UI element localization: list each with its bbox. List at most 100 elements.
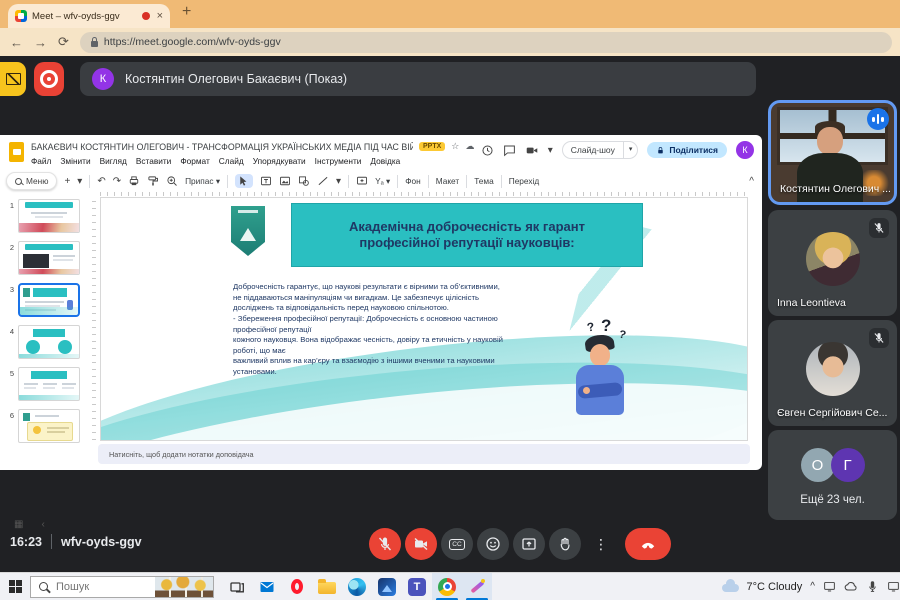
slide-canvas[interactable]: Академічна доброчесність як гарант профе… — [100, 197, 748, 441]
taskbar-app-chrome-active[interactable] — [432, 573, 462, 600]
collapse-toolbar-icon[interactable]: ^ — [749, 176, 754, 187]
taskbar-search-box[interactable] — [30, 576, 214, 598]
select-tool-active[interactable] — [235, 174, 253, 188]
collapse-filmstrip-icon[interactable]: ‹ — [41, 519, 44, 530]
snap-dropdown[interactable]: Припас ▾ — [185, 176, 220, 186]
menu-slide[interactable]: Слайд — [219, 156, 244, 166]
slide-title[interactable]: Академічна доброчесність як гарант профе… — [291, 203, 643, 267]
slide-thumbnail-6[interactable] — [18, 409, 80, 443]
undo-icon[interactable]: ↶ — [97, 176, 105, 187]
menu-arrange[interactable]: Упорядкувати — [253, 156, 306, 166]
slide-body-text[interactable]: Доброчесність гарантує, що наукові резул… — [233, 282, 595, 378]
slideshow-caret-icon[interactable]: ▾ — [624, 141, 639, 159]
star-icon[interactable]: ☆ — [451, 141, 459, 152]
redo-icon[interactable]: ↷ — [113, 176, 121, 187]
task-view-button[interactable] — [222, 573, 252, 600]
more-participants-tile[interactable]: О Г Ещё 23 чел. — [768, 430, 897, 520]
taskbar-app-explorer[interactable] — [312, 573, 342, 600]
taskbar-app-mail[interactable] — [252, 573, 282, 600]
menu-edit[interactable]: Змінити — [60, 156, 90, 166]
videocam-icon[interactable] — [525, 144, 539, 157]
presentation-stats-icon[interactable] — [0, 62, 26, 96]
present-button[interactable] — [513, 528, 545, 560]
filmstrip-row[interactable]: 6 — [4, 409, 90, 443]
slide-thumbnail-1[interactable] — [18, 199, 80, 233]
taskbar-app-opera[interactable] — [282, 573, 312, 600]
line-icon[interactable] — [317, 175, 329, 187]
document-title[interactable]: БАКАЄВИЧ КОСТЯНТИН ОЛЕГОВИЧ - ТРАНСФОРМА… — [31, 142, 413, 152]
taskbar-app-paint-active[interactable] — [462, 573, 492, 600]
filmstrip-row[interactable]: 4 — [4, 325, 90, 359]
videocam-caret-icon[interactable]: ▾ — [548, 145, 553, 156]
raise-hand-button[interactable] — [549, 528, 581, 560]
add-slide-icon[interactable]: + — [64, 176, 70, 187]
slide-thumbnail-3-selected[interactable] — [18, 283, 80, 317]
paint-format-icon[interactable] — [147, 175, 159, 187]
add-slide-caret-icon[interactable]: ▾ — [77, 176, 82, 187]
image-icon[interactable] — [279, 175, 291, 187]
captions-button[interactable]: CC — [441, 528, 473, 560]
mic-toggle-button[interactable] — [369, 528, 401, 560]
textbox-icon[interactable] — [260, 175, 272, 187]
filmstrip-row[interactable]: 1 — [4, 199, 90, 233]
new-tab-button[interactable]: + — [182, 3, 191, 21]
line-caret-icon[interactable]: ▾ — [336, 176, 341, 187]
forward-icon[interactable]: → — [34, 35, 47, 50]
text-options-dropdown[interactable]: Yₐ ▾ — [375, 176, 390, 186]
menu-view[interactable]: Вигляд — [100, 156, 127, 166]
filmstrip-row[interactable]: 5 — [4, 367, 90, 401]
menu-file[interactable]: Файл — [31, 156, 51, 166]
shapes-icon[interactable] — [298, 175, 310, 187]
clipped-tray-icon[interactable] — [887, 579, 900, 594]
presenter-banner[interactable]: К Костянтин Олегович Бакаєвич (Показ) — [80, 62, 756, 96]
url-field[interactable]: https://meet.google.com/wfv-oyds-ggv — [80, 32, 892, 53]
reload-icon[interactable]: ⟳ — [58, 34, 69, 50]
menu-help[interactable]: Довідка — [370, 156, 400, 166]
callout-icon[interactable] — [356, 175, 368, 187]
participant-tile[interactable]: Inna Leontieva — [768, 210, 897, 316]
comments-icon[interactable] — [503, 144, 516, 157]
search-highlight-image[interactable] — [155, 577, 213, 598]
theme-button[interactable]: Тема — [474, 176, 494, 186]
print-icon[interactable] — [128, 175, 140, 187]
taskbar-app-edge[interactable] — [342, 573, 372, 600]
taskbar-app-teams[interactable]: T — [402, 573, 432, 600]
slideshow-button[interactable]: Слайд-шоу — [562, 141, 624, 159]
layout-button[interactable]: Макет — [436, 176, 459, 186]
display-tray-icon[interactable] — [823, 579, 836, 594]
participant-tile-presenter[interactable]: Костянтин Олегович ... — [768, 100, 897, 205]
history-icon[interactable] — [481, 144, 494, 157]
zoom-icon[interactable] — [166, 175, 178, 187]
share-button[interactable]: Поділитися — [647, 142, 727, 158]
more-options-button[interactable]: ⋮ — [585, 528, 617, 560]
onedrive-tray-icon[interactable] — [844, 579, 858, 594]
menu-tools[interactable]: Інструменти — [315, 156, 362, 166]
slide-thumbnail-2[interactable] — [18, 241, 80, 275]
reactions-button[interactable] — [477, 528, 509, 560]
menu-format[interactable]: Формат — [180, 156, 209, 166]
weather-text[interactable]: 7°C Cloudy — [747, 581, 803, 593]
filmstrip-row[interactable]: 2 — [4, 241, 90, 275]
filmstrip-row-selected[interactable]: 3 — [4, 283, 90, 317]
background-button[interactable]: Фон — [405, 176, 421, 186]
start-button[interactable] — [0, 573, 30, 600]
tab-close-icon[interactable]: × — [155, 10, 163, 22]
microphone-tray-icon[interactable] — [866, 579, 879, 594]
slide-thumbnail-5[interactable] — [18, 367, 80, 401]
grid-view-icon[interactable]: ▦ — [14, 519, 23, 530]
recording-button[interactable] — [34, 62, 64, 96]
browser-tab[interactable]: Meet – wfv-oyds-ggv × — [8, 4, 170, 28]
participant-tile[interactable]: Євген Сергійович Се... — [768, 320, 897, 426]
tray-expand-icon[interactable]: ^ — [810, 581, 815, 592]
transition-button[interactable]: Перехід — [509, 176, 539, 186]
camera-toggle-button[interactable] — [405, 528, 437, 560]
end-call-button[interactable] — [625, 528, 671, 560]
toolbar-menu-search[interactable]: Меню — [6, 172, 57, 190]
menu-insert[interactable]: Вставити — [136, 156, 171, 166]
account-avatar[interactable]: К — [736, 141, 754, 159]
search-input[interactable] — [54, 580, 144, 594]
slide-thumbnail-4[interactable] — [18, 325, 80, 359]
back-icon[interactable]: ← — [10, 35, 23, 50]
speaker-notes-bar[interactable]: Натисніть, щоб додати нотатки доповідача — [98, 444, 750, 464]
taskbar-app-photos[interactable] — [372, 573, 402, 600]
